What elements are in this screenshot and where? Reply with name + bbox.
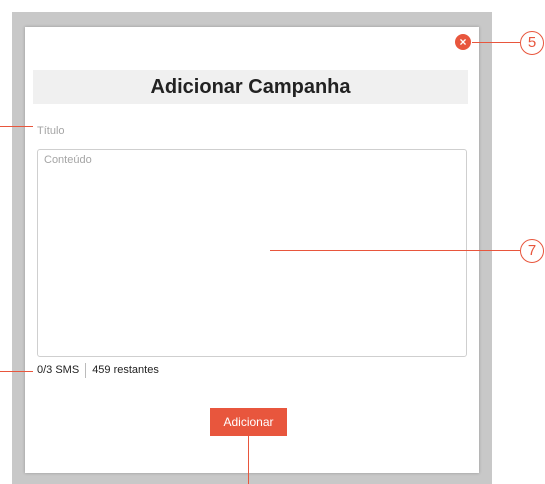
remaining-chars: 459 restantes — [92, 364, 159, 376]
callout-5: 5 — [520, 31, 544, 55]
counter-divider — [85, 362, 87, 378]
annotation-line-content — [270, 250, 520, 251]
callout-7: 7 — [520, 239, 544, 263]
annotation-line-close — [472, 42, 520, 43]
content-field[interactable] — [37, 149, 467, 357]
modal-title: Adicionar Campanha — [33, 70, 468, 104]
add-button[interactable]: Adicionar — [210, 408, 287, 436]
annotation-line-button — [248, 436, 249, 484]
annotation-line-counter — [0, 371, 33, 372]
annotation-line-title — [0, 126, 33, 127]
sms-counter: 0/3 SMS 459 restantes — [37, 362, 159, 378]
sms-count: 0/3 SMS — [37, 364, 80, 376]
close-icon: × — [459, 35, 467, 49]
title-field[interactable] — [37, 121, 457, 141]
close-button[interactable]: × — [455, 34, 471, 50]
